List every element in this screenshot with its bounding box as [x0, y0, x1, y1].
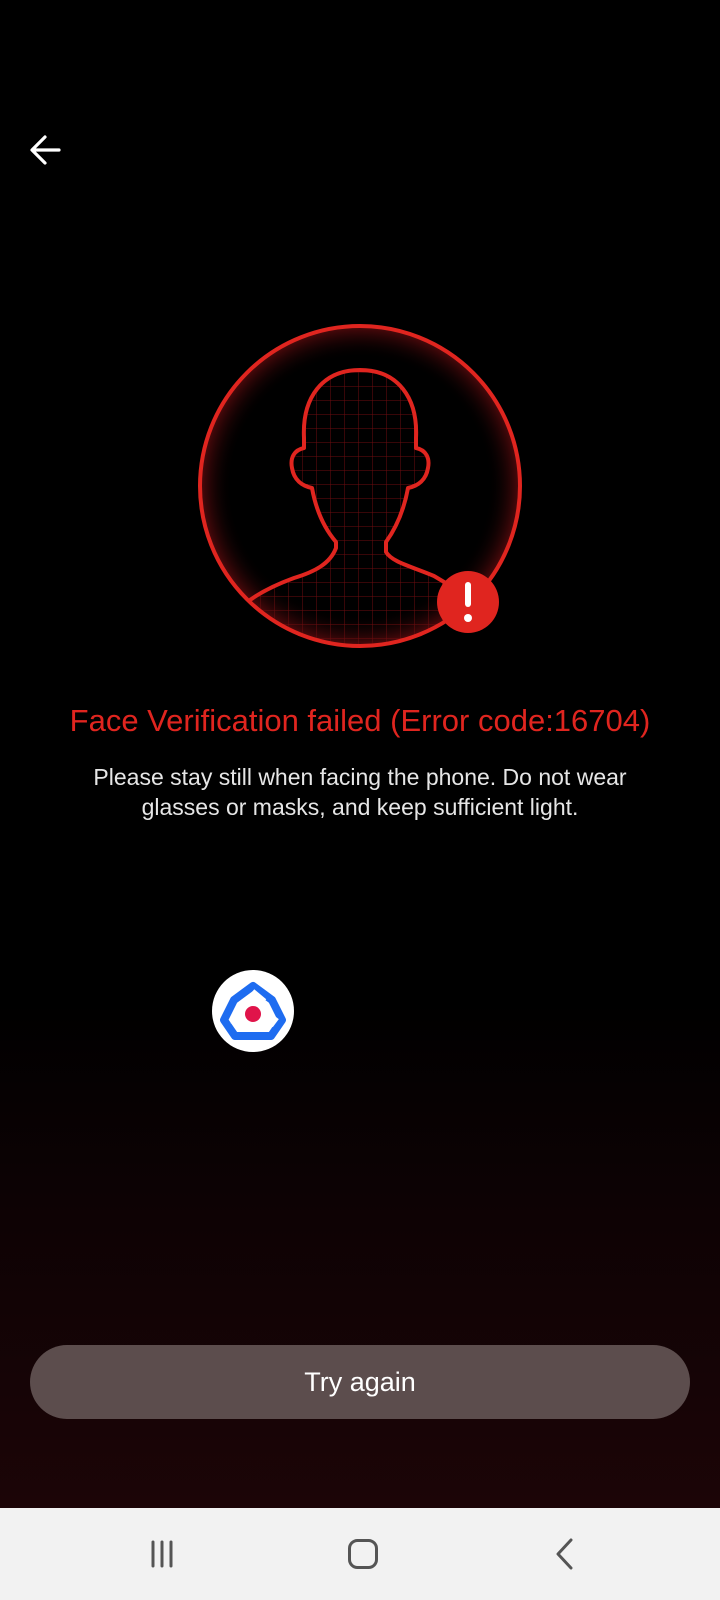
- hint-line-2: glasses or masks, and keep sufficient li…: [141, 794, 579, 820]
- home-icon: [348, 1539, 378, 1569]
- nav-back-button[interactable]: [525, 1524, 605, 1584]
- app-logo-icon: [220, 982, 286, 1040]
- hint-text: Please stay still when facing the phone.…: [40, 762, 680, 822]
- face-silhouette-icon: [198, 324, 522, 648]
- recent-apps-icon: [151, 1540, 173, 1568]
- try-again-button[interactable]: Try again: [30, 1345, 690, 1419]
- recent-apps-button[interactable]: [122, 1524, 202, 1584]
- error-title: Face Verification failed (Error code:167…: [69, 703, 651, 738]
- face-verification-screen: Face Verification failed (Error code:167…: [0, 0, 720, 1508]
- error-badge: [437, 571, 499, 633]
- back-chevron-icon: [556, 1538, 573, 1570]
- hint-line-1: Please stay still when facing the phone.…: [93, 764, 627, 790]
- app-logo: [212, 970, 294, 1052]
- face-scan-graphic: [190, 316, 530, 656]
- exclamation-icon: [465, 582, 471, 607]
- arrow-left-icon: [30, 135, 61, 165]
- back-button[interactable]: [20, 125, 70, 175]
- home-button[interactable]: [323, 1524, 403, 1584]
- system-nav-bar: [0, 1508, 720, 1600]
